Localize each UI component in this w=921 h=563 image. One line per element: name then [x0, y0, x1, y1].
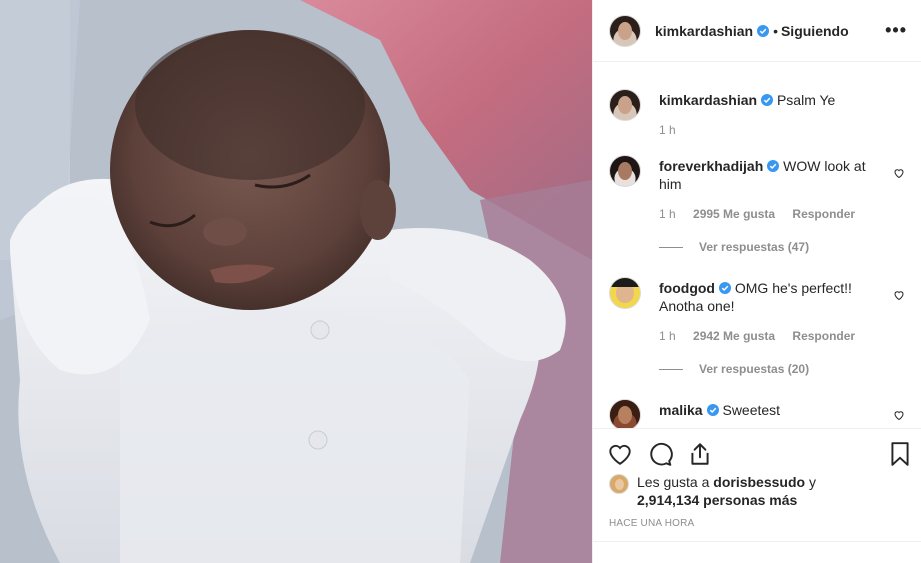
view-replies-button[interactable]: Ver respuestas (20) — [659, 362, 809, 376]
verified-badge-icon — [761, 94, 774, 106]
view-replies-label: Ver respuestas (47) — [699, 240, 810, 254]
comment-like-icon[interactable] — [893, 167, 905, 179]
comment-time[interactable]: 1 h — [659, 329, 676, 343]
header-separator: • — [773, 22, 778, 39]
view-replies-button[interactable]: Ver respuestas (47) — [659, 240, 809, 254]
reply-button[interactable]: Responder — [792, 207, 855, 221]
author-avatar[interactable] — [609, 14, 641, 47]
comment-body: kimkardashian Psalm Ye — [659, 91, 879, 109]
comment-text: Sweetest — [722, 402, 781, 418]
comment-likes[interactable]: 2942 Me gusta — [693, 329, 775, 343]
likes-conjunction: y — [808, 474, 816, 490]
comment-likes[interactable]: 2995 Me gusta — [693, 207, 775, 221]
sleeping-baby-image — [0, 0, 592, 563]
comment-like-icon[interactable] — [893, 409, 905, 421]
comment-input-divider — [593, 541, 921, 542]
following-button[interactable]: Siguiendo — [781, 23, 849, 39]
liker-avatar[interactable] — [609, 474, 629, 494]
comment-avatar[interactable] — [609, 399, 641, 428]
likes-count[interactable]: 2,914,134 personas más — [637, 492, 797, 508]
bookmark-icon[interactable] — [887, 441, 913, 467]
comment-meta: 1 h — [659, 123, 690, 137]
author-username[interactable]: kimkardashian — [655, 23, 753, 39]
replies-divider — [659, 369, 683, 371]
liker-username[interactable]: dorisbessudo — [713, 474, 805, 490]
comment-avatar[interactable] — [609, 89, 641, 121]
comment-avatar[interactable] — [609, 155, 641, 187]
verified-badge-icon — [718, 282, 731, 294]
reply-button[interactable]: Responder — [792, 329, 855, 343]
comment-time[interactable]: 1 h — [659, 207, 676, 221]
comment-avatar[interactable] — [609, 277, 641, 309]
likes-text: Les gusta a dorisbessudo y 2,914,134 per… — [637, 473, 887, 509]
verified-badge-icon — [767, 160, 780, 172]
verified-badge-icon — [757, 24, 770, 37]
likes-prefix: Les gusta a — [637, 474, 710, 490]
comment-meta: 1 h 2995 Me gusta Responder — [659, 207, 869, 221]
view-replies-label: Ver respuestas (20) — [699, 362, 810, 376]
comment-meta: 1 h 2942 Me gusta Responder — [659, 329, 869, 343]
comment-username[interactable]: kimkardashian — [659, 92, 757, 108]
comment-username[interactable]: foodgod — [659, 280, 715, 296]
comment-body: malika Sweetest — [659, 401, 879, 419]
heart-icon[interactable] — [607, 441, 633, 467]
share-icon[interactable] — [687, 441, 713, 467]
comment-time[interactable]: 1 h — [659, 123, 676, 137]
comments-list[interactable]: kimkardashian Psalm Ye 1 h foreverkhadij… — [593, 63, 921, 428]
verified-badge-icon — [706, 404, 719, 416]
post-photo[interactable] — [0, 0, 592, 563]
post-actions: Les gusta a dorisbessudo y 2,914,134 per… — [593, 428, 921, 563]
more-options-icon[interactable]: ••• — [885, 21, 907, 39]
replies-divider — [659, 247, 683, 249]
comment-like-icon[interactable] — [893, 289, 905, 301]
post-sidebar: kimkardashian • Siguiendo ••• kimkardash… — [592, 0, 921, 563]
comment-username[interactable]: malika — [659, 402, 703, 418]
comment-text: Psalm Ye — [776, 92, 836, 108]
comment-body: foreverkhadijah WOW look at him — [659, 157, 879, 193]
post-header: kimkardashian • Siguiendo ••• — [593, 0, 921, 62]
comment-username[interactable]: foreverkhadijah — [659, 158, 763, 174]
comment-icon[interactable] — [647, 441, 673, 467]
post-timestamp[interactable]: HACE UNA HORA — [609, 518, 694, 529]
comment-body: foodgod OMG he's perfect!! Anotha one! — [659, 279, 879, 315]
